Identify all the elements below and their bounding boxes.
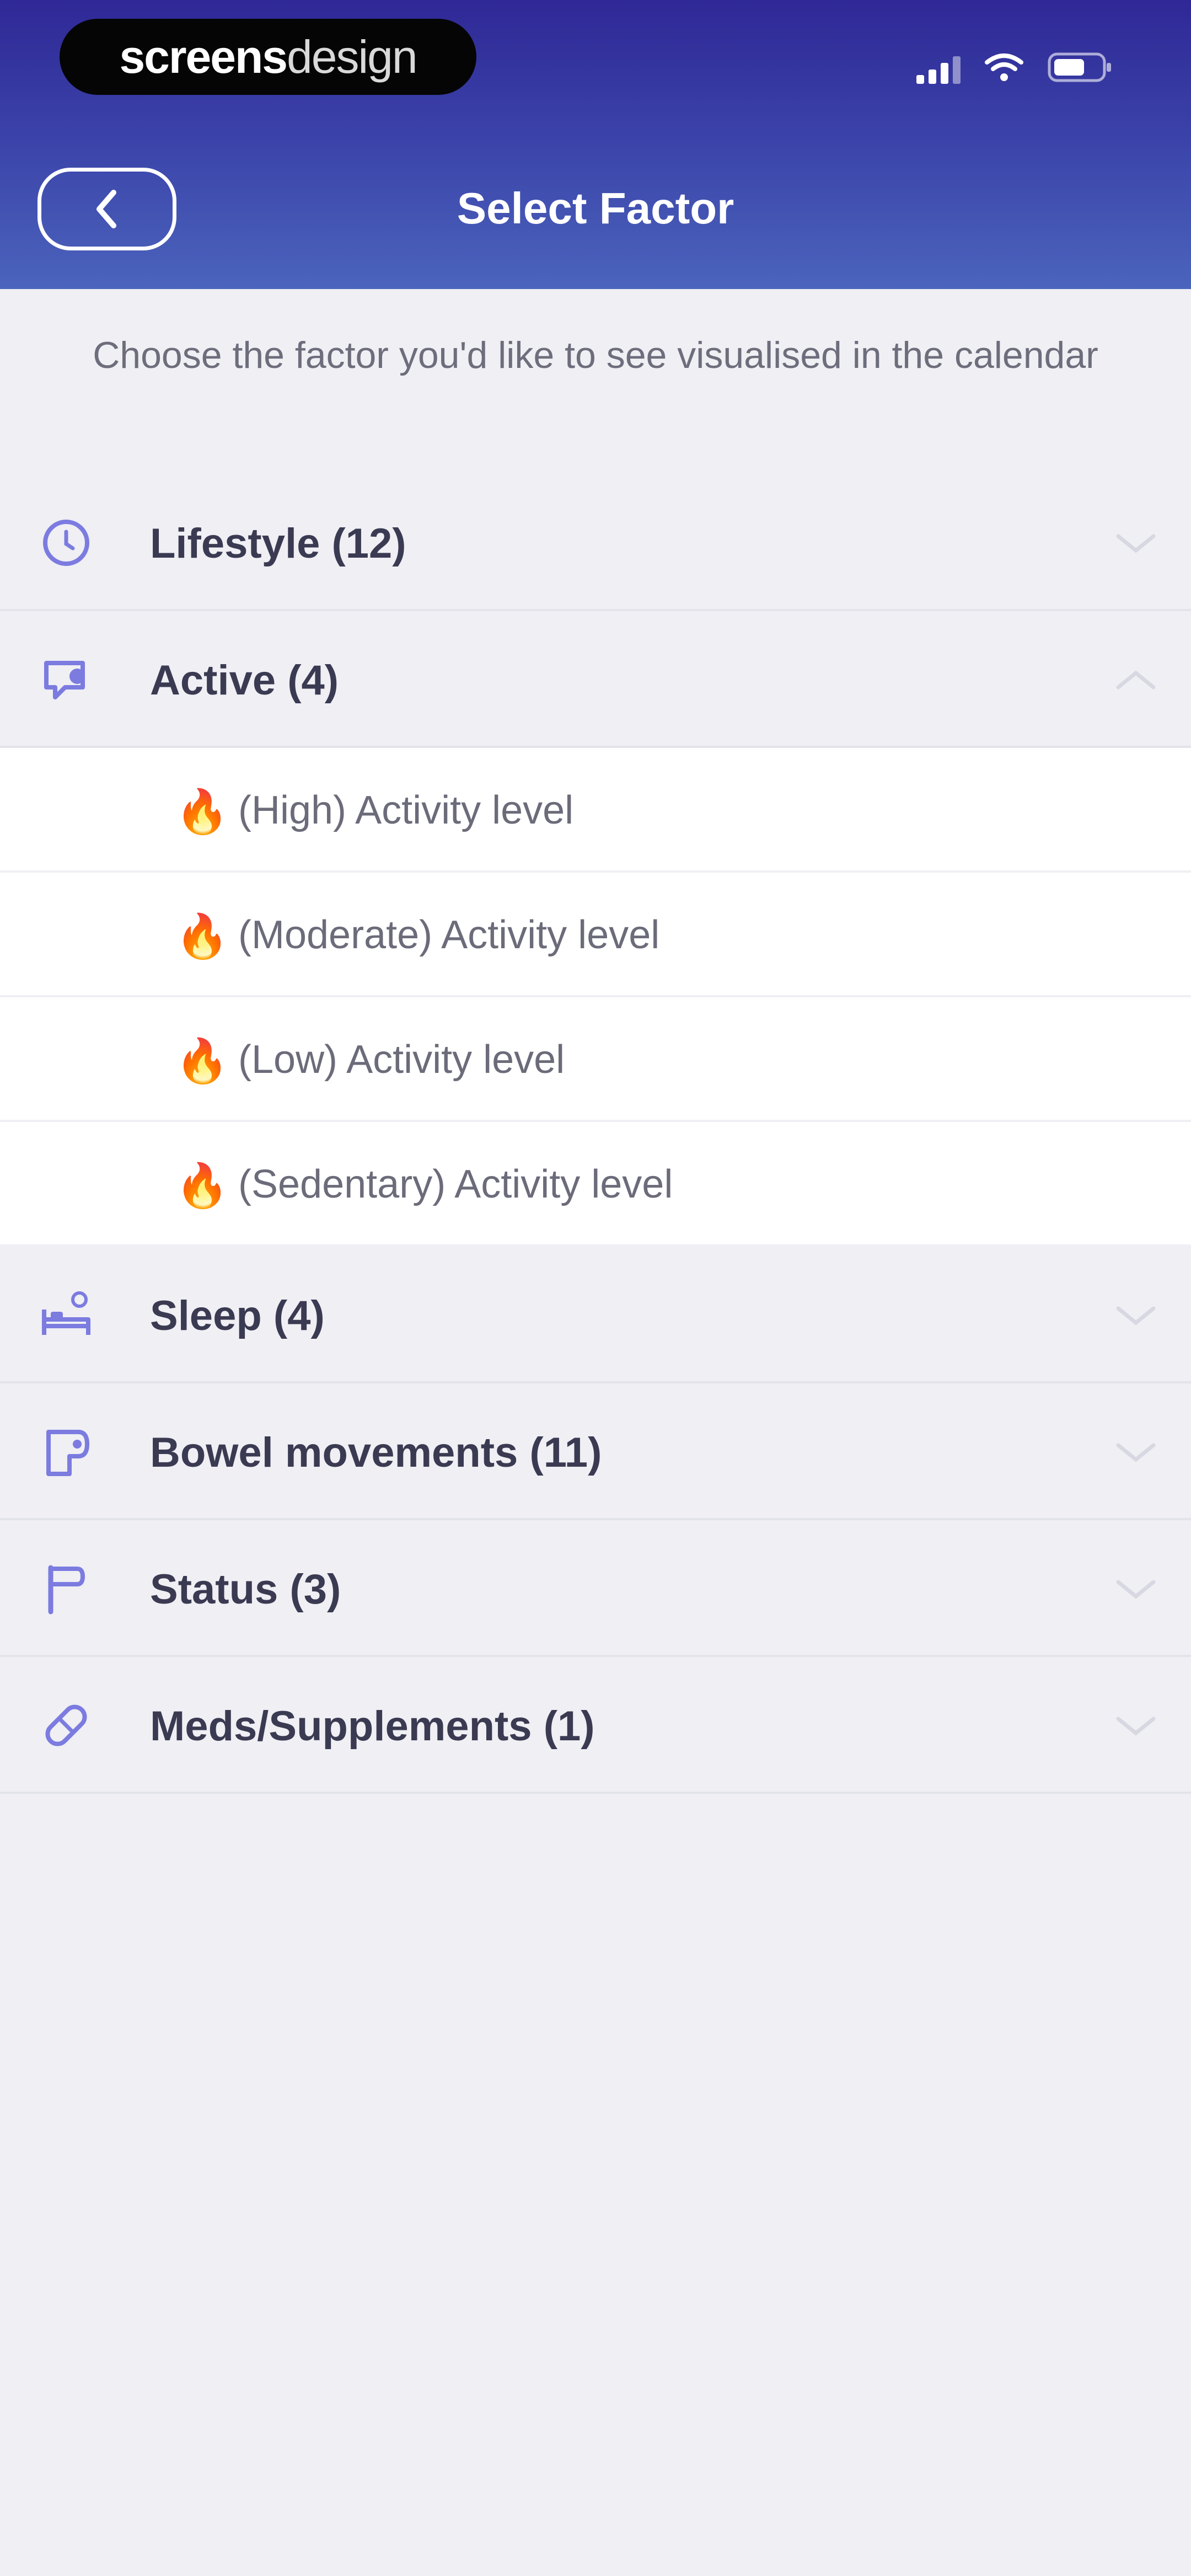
- fire-icon: 🔥: [175, 1036, 229, 1085]
- category-lifestyle[interactable]: Lifestyle (12): [0, 474, 1191, 611]
- chevron-down-icon: [1116, 1580, 1156, 1599]
- factor-item-high-activity[interactable]: 🔥 (High) Activity level: [0, 748, 1191, 873]
- fire-icon: 🔥: [175, 1161, 229, 1210]
- chevron-down-icon: [1116, 1717, 1156, 1736]
- screensdesign-logo: screensdesign: [60, 19, 476, 95]
- category-label: Meds/Supplements (1): [150, 1703, 595, 1750]
- category-status[interactable]: Status (3): [0, 1520, 1191, 1657]
- category-label: Active (4): [150, 657, 339, 704]
- category-label: Bowel movements (11): [150, 1429, 602, 1476]
- chevron-down-icon: [1116, 1306, 1156, 1326]
- factor-item-sedentary-activity[interactable]: 🔥 (Sedentary) Activity level: [0, 1122, 1191, 1247]
- fire-icon: 🔥: [175, 787, 229, 836]
- fire-icon: 🔥: [175, 912, 229, 960]
- factor-item-moderate-activity[interactable]: 🔥 (Moderate) Activity level: [0, 873, 1191, 997]
- category-bowel-movements[interactable]: Bowel movements (11): [0, 1383, 1191, 1520]
- toilet-paper-icon: [46, 1430, 89, 1476]
- category-sleep[interactable]: Sleep (4): [0, 1247, 1191, 1383]
- status-icons: [916, 51, 1114, 84]
- app-screen: screensdesign Select Factor Choose the f…: [0, 0, 1191, 2576]
- category-meds-supplements[interactable]: Meds/Supplements (1): [0, 1657, 1191, 1794]
- subtitle-text: Choose the factor you'd like to see visu…: [93, 334, 1098, 376]
- chevron-down-icon: [1116, 1443, 1156, 1462]
- wifi-icon: [985, 52, 1023, 82]
- category-label: Lifestyle (12): [150, 520, 406, 567]
- bed-icon: [42, 1291, 90, 1335]
- factor-label: (Low) Activity level: [238, 1038, 565, 1082]
- flag-icon: [48, 1565, 85, 1615]
- header-bar: screensdesign Select Factor: [0, 0, 1191, 289]
- category-label: Sleep (4): [150, 1292, 325, 1339]
- chevron-down-icon: [1116, 534, 1156, 553]
- logo-text: screensdesign: [119, 30, 417, 83]
- factor-label: (High) Activity level: [238, 788, 574, 832]
- page-title: Select Factor: [457, 184, 734, 233]
- factor-item-low-activity[interactable]: 🔥 (Low) Activity level: [0, 997, 1191, 1122]
- factor-label: (Moderate) Activity level: [238, 913, 660, 957]
- category-label: Status (3): [150, 1566, 341, 1613]
- battery-icon: [1048, 51, 1114, 84]
- pill-icon: [45, 1704, 87, 1746]
- clock-icon: [43, 520, 89, 566]
- activity-chat-icon: [44, 661, 85, 699]
- cellular-signal-icon: [916, 51, 961, 84]
- factor-label: (Sedentary) Activity level: [238, 1162, 673, 1206]
- category-active[interactable]: Active (4): [0, 611, 1191, 748]
- chevron-up-icon: [1116, 670, 1156, 690]
